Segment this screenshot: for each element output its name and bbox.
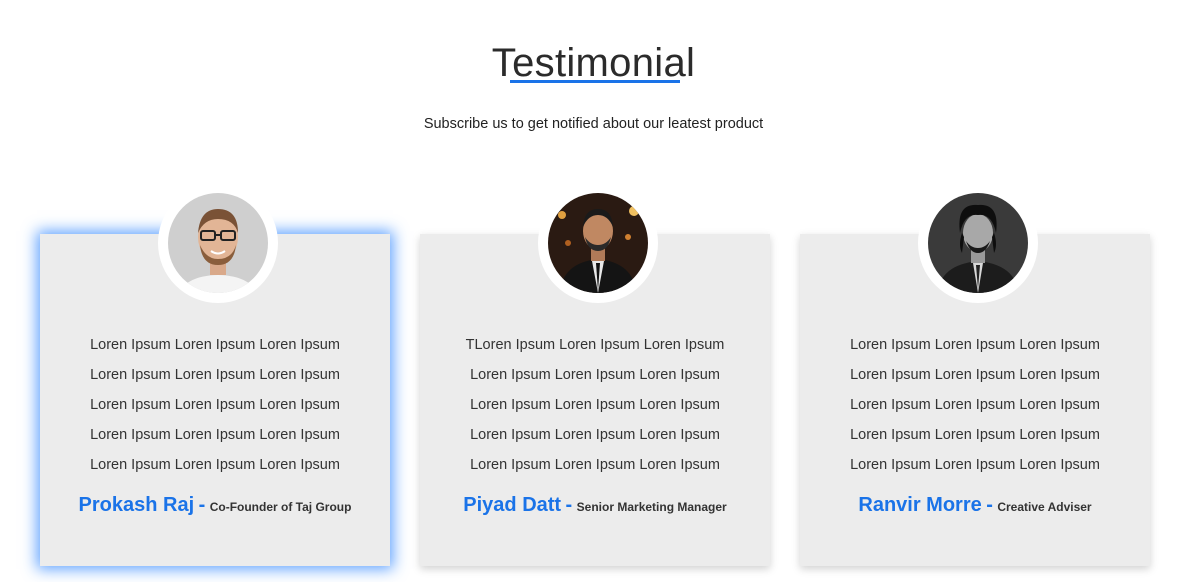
testimonial-author: Piyad Datt - Senior Marketing Manager	[420, 494, 770, 517]
author-role: Senior Marketing Manager	[576, 500, 727, 514]
title-underline	[510, 80, 680, 83]
page-subtitle: Subscribe us to get notified about our l…	[423, 116, 764, 132]
quote-line: Loren Ipsum Loren Ipsum Loren Ipsum	[470, 397, 720, 413]
author-role: Co-Founder of Taj Group	[209, 500, 352, 514]
testimonial-author: Prokash Raj - Co-Founder of Taj Group	[40, 494, 390, 517]
avatar	[928, 193, 1028, 293]
author-name: Piyad Datt	[463, 494, 562, 516]
testimonial-card[interactable]: TLoren Ipsum Loren Ipsum Loren Ipsum Lor…	[420, 183, 770, 566]
author-separator: -	[986, 494, 993, 516]
author-name: Ranvir Morre	[858, 494, 982, 516]
quote-line: Loren Ipsum Loren Ipsum Loren Ipsum	[90, 337, 340, 353]
testimonial-author: Ranvir Morre - Creative Adviser	[800, 494, 1150, 517]
avatar-frame	[158, 183, 278, 303]
author-name: Prokash Raj	[78, 494, 195, 516]
testimonial-quote: Loren Ipsum Loren Ipsum Loren Ipsum Lore…	[800, 330, 1150, 480]
testimonial-card[interactable]: Loren Ipsum Loren Ipsum Loren Ipsum Lore…	[40, 183, 390, 566]
testimonial-quote: Loren Ipsum Loren Ipsum Loren Ipsum Lore…	[40, 330, 390, 480]
quote-line: Loren Ipsum Loren Ipsum Loren Ipsum	[90, 457, 340, 473]
quote-line: Loren Ipsum Loren Ipsum Loren Ipsum	[470, 367, 720, 383]
quote-line: Loren Ipsum Loren Ipsum Loren Ipsum	[90, 427, 340, 443]
quote-line: Loren Ipsum Loren Ipsum Loren Ipsum	[850, 337, 1100, 353]
quote-line: Loren Ipsum Loren Ipsum Loren Ipsum	[850, 397, 1100, 413]
quote-line: Loren Ipsum Loren Ipsum Loren Ipsum	[470, 457, 720, 473]
testimonial-quote: TLoren Ipsum Loren Ipsum Loren Ipsum Lor…	[420, 330, 770, 480]
quote-line: Loren Ipsum Loren Ipsum Loren Ipsum	[850, 367, 1100, 383]
quote-line: Loren Ipsum Loren Ipsum Loren Ipsum	[90, 397, 340, 413]
avatar	[548, 193, 648, 293]
avatar-frame	[918, 183, 1038, 303]
author-separator: -	[565, 494, 573, 516]
quote-line: Loren Ipsum Loren Ipsum Loren Ipsum	[90, 367, 340, 383]
avatar	[168, 193, 268, 293]
quote-line: TLoren Ipsum Loren Ipsum Loren Ipsum	[465, 337, 725, 353]
testimonial-card[interactable]: Loren Ipsum Loren Ipsum Loren Ipsum Lore…	[800, 183, 1150, 566]
quote-line: Loren Ipsum Loren Ipsum Loren Ipsum	[470, 427, 720, 443]
quote-line: Loren Ipsum Loren Ipsum Loren Ipsum	[850, 457, 1100, 473]
author-separator: -	[198, 494, 206, 516]
quote-line: Loren Ipsum Loren Ipsum Loren Ipsum	[850, 427, 1100, 443]
author-role: Creative Adviser	[997, 500, 1092, 514]
avatar-frame	[538, 183, 658, 303]
